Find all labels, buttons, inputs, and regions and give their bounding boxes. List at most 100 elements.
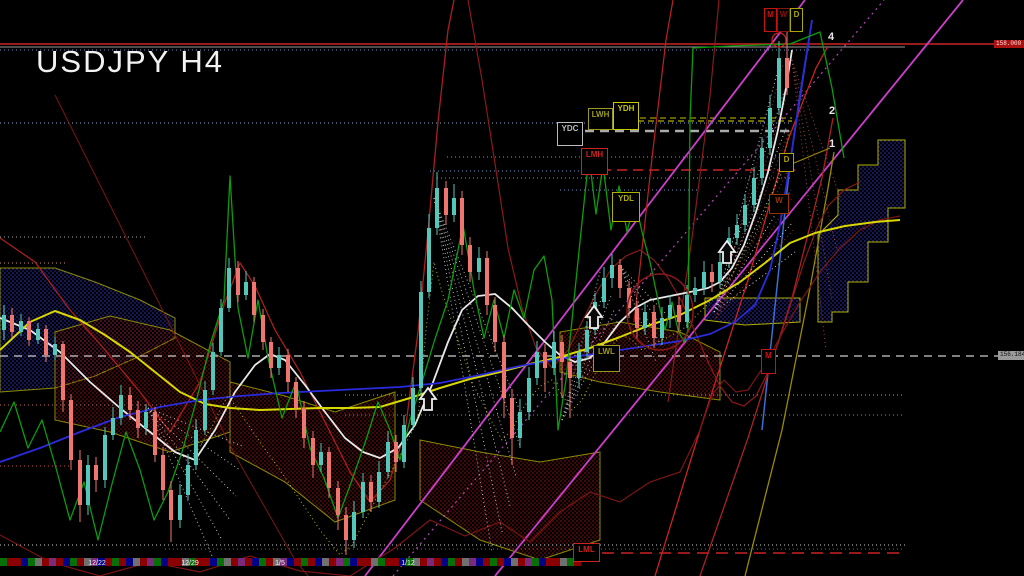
strip-block (504, 558, 511, 566)
candle-body (119, 395, 123, 418)
strip-block (245, 558, 252, 566)
strip-block (63, 558, 70, 566)
candle-body (161, 455, 165, 490)
candle-body (69, 400, 73, 460)
wave-number-1: 1 (829, 138, 835, 150)
strip-block (301, 558, 308, 566)
strip-block (168, 558, 175, 566)
strip-block (308, 558, 315, 566)
candle-body (136, 410, 140, 428)
candle-body (194, 430, 198, 465)
level-label-lwh[interactable]: LWH (588, 108, 613, 130)
candle-body (2, 315, 6, 330)
target-box-d[interactable]: D (779, 153, 794, 172)
strip-block (0, 558, 7, 566)
candle-body (652, 312, 656, 338)
candle-body (369, 482, 373, 502)
level-label-lwl[interactable]: LWL (593, 345, 620, 372)
wave-number-2: 2 (829, 105, 835, 117)
level-label-lmh[interactable]: LMH (581, 148, 608, 175)
candle-body (543, 352, 547, 368)
strip-block (140, 558, 147, 566)
candle-body (518, 412, 522, 438)
red-steep-1 (634, 0, 673, 322)
candle-body (402, 425, 406, 462)
level-label-ydl[interactable]: YDL (612, 192, 640, 222)
candle-body (61, 344, 65, 400)
strip-block (294, 558, 301, 566)
up-arrow-marker[interactable] (719, 241, 735, 263)
strip-block (35, 558, 42, 566)
candle-body (186, 465, 190, 495)
candle-body (643, 312, 647, 328)
candle-body (153, 412, 157, 455)
candle-body (203, 390, 207, 430)
strip-block (469, 558, 476, 566)
strip-block (105, 558, 112, 566)
strip-block (126, 558, 133, 566)
candle-body (169, 490, 173, 520)
period-box-m[interactable]: M (764, 8, 777, 32)
target-box-w[interactable]: W (769, 194, 789, 214)
candle-body (319, 452, 323, 465)
candle-body (227, 268, 231, 308)
candle-body (427, 228, 431, 292)
level-label-ydh[interactable]: YDH (613, 102, 639, 130)
candle-body (435, 188, 439, 228)
level-label-ydc[interactable]: YDC (557, 122, 583, 146)
strip-block (462, 558, 469, 566)
candle-body (36, 329, 40, 340)
strip-block (42, 558, 49, 566)
candle-body (252, 282, 256, 315)
candle-body (377, 472, 381, 502)
strip-block (238, 558, 245, 566)
candle-body (685, 295, 689, 322)
strip-block (490, 558, 497, 566)
candle-body (510, 398, 514, 438)
fan-rally-w (714, 126, 787, 312)
strip-block (133, 558, 140, 566)
strip-block (252, 558, 259, 566)
candle-body (468, 245, 472, 272)
candle-body (610, 265, 614, 278)
candle-body (735, 225, 739, 238)
time-axis-label: 1/12 (401, 560, 415, 567)
strip-block (546, 558, 553, 566)
strip-block (441, 558, 448, 566)
candle-body (78, 460, 82, 505)
candle-body (568, 362, 572, 378)
candle-body (219, 308, 223, 352)
strip-block (392, 558, 399, 566)
candle-body (344, 515, 348, 540)
candle-body (336, 488, 340, 515)
candle-body (352, 512, 356, 540)
period-box-w[interactable]: W (777, 8, 790, 32)
price-chart-canvas[interactable]: 12/2212/291/51/12 (0, 0, 1024, 576)
candle-body (128, 395, 132, 410)
yellow-fan-1 (745, 152, 834, 576)
candle-body (718, 262, 722, 282)
candle-body (244, 282, 248, 295)
period-box-d[interactable]: D (790, 8, 803, 32)
candle-body (19, 321, 23, 332)
symbol-title: USDJPY H4 (36, 44, 224, 80)
strip-block (217, 558, 224, 566)
time-axis-label: 12/29 (181, 560, 199, 567)
upper-red-price-tag: 158.000 (994, 40, 1024, 48)
candle-body (178, 495, 182, 520)
strip-block (147, 558, 154, 566)
candle-body (144, 412, 148, 428)
chart-window: 12/2212/291/51/12 USDJPY H4 LWHYDHYDCLMH… (0, 0, 1024, 576)
strip-block (203, 558, 210, 566)
candle-body (527, 378, 531, 412)
candle-body (777, 58, 781, 108)
target-box-m[interactable]: M (761, 349, 776, 374)
level-label-lml[interactable]: LML (573, 543, 600, 562)
strip-block (49, 558, 56, 566)
candle-body (460, 198, 464, 245)
candle-body (419, 292, 423, 388)
strip-block (385, 558, 392, 566)
candle-body (677, 305, 681, 322)
candle-body (760, 148, 764, 178)
strip-block (329, 558, 336, 566)
